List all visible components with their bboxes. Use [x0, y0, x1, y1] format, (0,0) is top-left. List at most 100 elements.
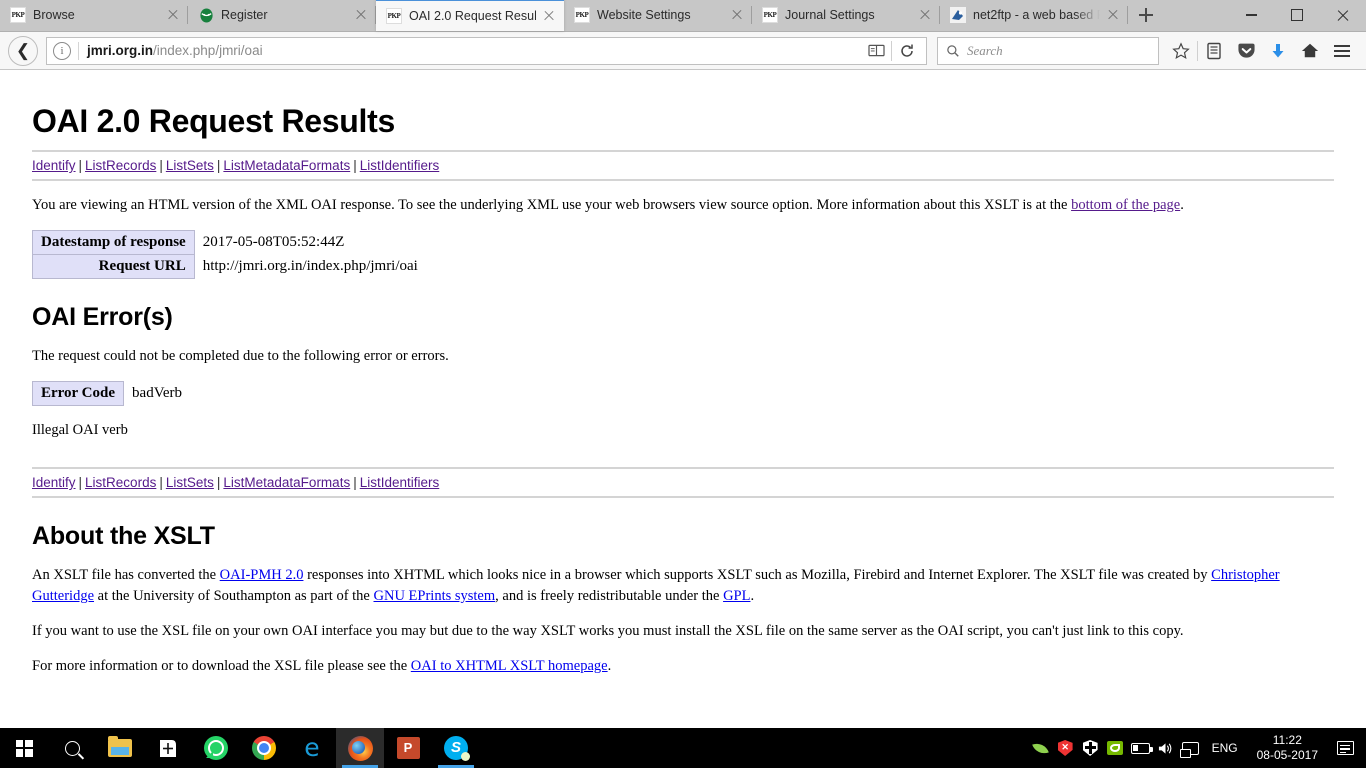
- pkp-icon: PKP: [10, 7, 26, 23]
- back-button[interactable]: ❮: [8, 35, 38, 66]
- tab-title: Browse: [33, 8, 75, 22]
- minimize-button[interactable]: [1228, 0, 1274, 31]
- pkp-icon: PKP: [574, 7, 590, 23]
- windows-logo-icon: [15, 739, 33, 757]
- link-gpl[interactable]: GPL: [723, 588, 750, 604]
- nvidia-icon[interactable]: [1103, 728, 1128, 768]
- intro-text-before: You are viewing an HTML version of the X…: [32, 197, 1072, 213]
- taskbar-firefox[interactable]: [336, 728, 384, 768]
- link-listrecords[interactable]: ListRecords: [85, 158, 156, 173]
- taskbar-edge[interactable]: e: [288, 728, 336, 768]
- about-paragraph-1: An XSLT file has converted the OAI-PMH 2…: [32, 565, 1334, 607]
- separator: |: [159, 475, 163, 491]
- start-button[interactable]: [0, 728, 48, 768]
- link-listmetadataformats[interactable]: ListMetadataFormats: [223, 475, 350, 490]
- link-listrecords[interactable]: ListRecords: [85, 475, 156, 490]
- taskbar-microsoft-store[interactable]: [144, 728, 192, 768]
- error-description: The request could not be completed due t…: [32, 348, 449, 365]
- powerpoint-icon: P: [396, 737, 420, 759]
- ojs-icon: [198, 7, 214, 23]
- page-title: OAI 2.0 Request Results: [32, 103, 395, 139]
- page-info-icon[interactable]: i: [53, 41, 71, 60]
- window-close-button[interactable]: [1320, 0, 1366, 31]
- close-icon[interactable]: [1104, 6, 1122, 24]
- tab-title: Journal Settings: [785, 8, 875, 22]
- store-icon: [160, 739, 176, 757]
- link-oai-to-xhtml-xslt-homepage[interactable]: OAI to XHTML XSLT homepage: [411, 658, 608, 674]
- chrome-icon: [252, 736, 276, 760]
- system-tray: ✕ ENG 11:22 08-05-2017: [1028, 728, 1366, 768]
- link-gnu-eprints-system[interactable]: GNU EPrints system: [374, 588, 496, 604]
- taskbar-search-button[interactable]: [48, 728, 96, 768]
- navigation-toolbar: ❮ i jmri.org.in/index.php/jmri/oai Searc…: [0, 32, 1366, 70]
- tab-title: net2ftp - a web based FTP client: [973, 8, 1100, 22]
- address-bar-actions: [861, 37, 922, 65]
- library-icon[interactable]: [1198, 36, 1230, 66]
- oai-nav-links-top: Identify | ListRecords | ListSets | ListMetada…: [32, 152, 1334, 179]
- about-p1-a: An XSLT file has converted the: [32, 567, 220, 584]
- reload-icon[interactable]: [892, 37, 922, 65]
- language-indicator[interactable]: ENG: [1203, 741, 1247, 755]
- taskbar-skype[interactable]: S: [432, 728, 480, 768]
- red-shield-icon[interactable]: ✕: [1053, 728, 1078, 768]
- about-p3-a: For more information or to download the …: [32, 658, 411, 675]
- reader-mode-icon[interactable]: [861, 37, 891, 65]
- skype-icon: S: [444, 736, 470, 761]
- close-icon[interactable]: [728, 6, 746, 24]
- close-icon[interactable]: [916, 6, 934, 24]
- link-listmetadataformats[interactable]: ListMetadataFormats: [223, 158, 350, 173]
- windows-taskbar: e P S ✕ ENG 11:22 08-05-2017: [0, 728, 1366, 768]
- battery-icon[interactable]: [1128, 728, 1153, 768]
- taskbar-whatsapp[interactable]: [192, 728, 240, 768]
- about-p1-d: , and is freely redistributable under th…: [495, 588, 724, 605]
- link-listidentifiers[interactable]: ListIdentifiers: [360, 475, 440, 490]
- link-bottom-of-the-page[interactable]: bottom of the page: [1071, 197, 1180, 213]
- link-listsets[interactable]: ListSets: [166, 158, 214, 173]
- separator: |: [78, 475, 83, 491]
- windows-defender-icon[interactable]: [1078, 728, 1103, 768]
- link-identify[interactable]: Identify: [32, 158, 76, 173]
- close-icon[interactable]: [352, 6, 370, 24]
- bookmark-star-icon[interactable]: [1165, 36, 1197, 66]
- window-controls: [1228, 0, 1366, 31]
- network-icon[interactable]: [1178, 728, 1203, 768]
- leaf-icon[interactable]: [1028, 728, 1053, 768]
- divider: [32, 496, 1334, 499]
- tab-website-settings[interactable]: PKP Website Settings: [564, 0, 752, 31]
- taskbar-file-explorer[interactable]: [96, 728, 144, 768]
- taskbar-chrome[interactable]: [240, 728, 288, 768]
- clock-date: 08-05-2017: [1256, 748, 1318, 762]
- firefox-icon: [347, 735, 373, 761]
- menu-icon[interactable]: [1326, 36, 1358, 66]
- action-center-icon[interactable]: [1328, 728, 1362, 768]
- link-identify[interactable]: Identify: [32, 475, 76, 490]
- address-bar-text: jmri.org.in/index.php/jmri/oai: [87, 43, 263, 58]
- tab-register[interactable]: Register: [188, 0, 376, 31]
- separator: |: [216, 158, 221, 173]
- pocket-icon[interactable]: [1230, 36, 1262, 66]
- close-icon[interactable]: [540, 7, 558, 25]
- toolbar-buttons: [1165, 36, 1358, 66]
- about-xslt-heading: About the XSLT: [32, 522, 215, 551]
- tab-journal-settings[interactable]: PKP Journal Settings: [752, 0, 940, 31]
- clock[interactable]: 11:22 08-05-2017: [1247, 733, 1328, 763]
- url-path: /index.php/jmri/oai: [153, 43, 263, 58]
- volume-icon[interactable]: [1153, 728, 1178, 768]
- tab-oai-request-results[interactable]: PKP OAI 2.0 Request Results: [376, 0, 564, 31]
- datestamp-value: 2017-05-08T05:52:44Z: [202, 234, 345, 251]
- tab-browse[interactable]: PKP Browse: [0, 0, 188, 31]
- downloads-icon[interactable]: [1262, 36, 1294, 66]
- link-oai-pmh-2[interactable]: OAI-PMH 2.0: [220, 567, 304, 583]
- tab-net2ftp[interactable]: net2ftp - a web based FTP client: [940, 0, 1128, 31]
- taskbar-powerpoint[interactable]: P: [384, 728, 432, 768]
- table-row: Datestamp of response 2017-05-08T05:52:4…: [32, 230, 426, 256]
- new-tab-button[interactable]: [1128, 0, 1164, 31]
- address-bar[interactable]: i jmri.org.in/index.php/jmri/oai: [46, 36, 927, 65]
- search-input[interactable]: Search: [937, 36, 1159, 65]
- link-listsets[interactable]: ListSets: [166, 475, 214, 490]
- close-icon[interactable]: [164, 6, 182, 24]
- tab-title: OAI 2.0 Request Results: [409, 9, 536, 23]
- maximize-button[interactable]: [1274, 0, 1320, 31]
- home-icon[interactable]: [1294, 36, 1326, 66]
- link-listidentifiers[interactable]: ListIdentifiers: [360, 158, 440, 173]
